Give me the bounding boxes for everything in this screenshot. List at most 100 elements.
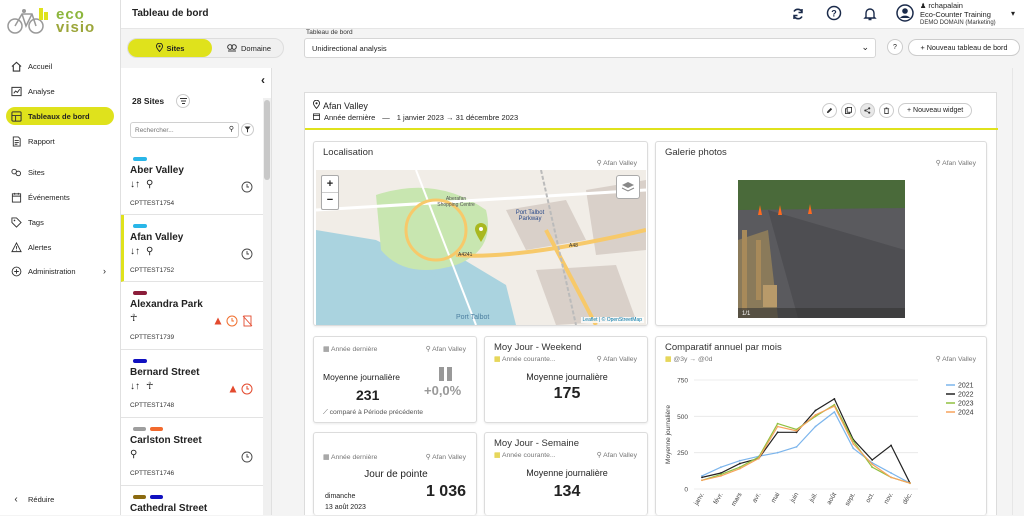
clock-alert-icon[interactable] — [226, 315, 238, 329]
help-label: ? — [893, 43, 897, 51]
new-widget-button[interactable]: + Nouveau widget — [898, 103, 973, 118]
chart-point-2023 — [776, 422, 779, 425]
collapse-nav-button[interactable]: ‹ Réduire — [6, 490, 114, 508]
weekend-value: 175 — [553, 385, 581, 402]
site-card-bernard-street[interactable]: Bernard Street ↓↑ ☥ CPTTEST1748 — [121, 350, 263, 418]
chart-legend-label: 2021 — [958, 383, 974, 390]
site-code: CPTTEST1748 — [130, 402, 175, 409]
clock-icon[interactable] — [241, 248, 253, 262]
chart-point-2024 — [701, 479, 703, 482]
nav-item-label: Rapport — [28, 136, 55, 146]
map-layers-button[interactable] — [616, 175, 640, 199]
chart-point-2022 — [701, 476, 703, 479]
dashboard-select[interactable]: Unidirectional analysis ⌄ — [304, 38, 876, 58]
nav-item-administration[interactable]: Administration › — [6, 262, 114, 280]
compare-site-name: Afan Valley — [942, 356, 976, 363]
site-name: Bernard Street — [130, 367, 200, 378]
site-card-aber-valley[interactable]: Aber Valley ↓↑ ⚲ CPTTEST1754 — [121, 148, 263, 215]
photo-widget-title: Galerie photos — [665, 147, 727, 158]
site-card-carlston-street[interactable]: Carlston Street ⚲ CPTTEST1746 — [121, 418, 263, 486]
ecovisio-logo[interactable]: eco visio — [6, 6, 116, 38]
site-modes: ☥ — [130, 313, 137, 324]
scrollbar-thumb[interactable] — [264, 100, 270, 180]
chart-x-tick-label: déc. — [902, 491, 914, 505]
calendar-icon: ▦ — [323, 346, 331, 353]
site-card-cathedral-street[interactable]: Cathedral Street — [121, 486, 263, 515]
map-canvas[interactable]: Aberafan Shopping Centre Port Talbot Par… — [316, 170, 646, 325]
page-title: Tableau de bord — [132, 8, 209, 19]
site-card-alexandra-park[interactable]: Alexandra Park ☥ CPTTEST1739 — [121, 282, 263, 350]
photo-image — [738, 180, 905, 318]
compare-range-text: @3y → @0d — [673, 356, 713, 363]
comparison-line-chart[interactable]: 0 250 500 750 Moyenne journalière janv. févr. m… — [656, 365, 988, 516]
site-photo[interactable]: 1/1 — [738, 180, 905, 318]
chart-point-2022 — [776, 431, 779, 434]
site-code: CPTTEST1746 — [130, 470, 175, 477]
site-name: Alexandra Park — [130, 299, 203, 310]
dashboard-select-label: Tableau de bord — [306, 29, 353, 36]
photo-site-name: Afan Valley — [942, 160, 976, 167]
chart-x-tick-label: mars — [730, 491, 744, 508]
sort-button[interactable] — [176, 94, 190, 108]
weekend-title: Moy Jour - Weekend — [494, 342, 582, 353]
help-button[interactable]: ? — [826, 5, 842, 21]
chart-y-tick-label: 750 — [677, 378, 688, 385]
nav-item-alertes[interactable]: Alertes — [6, 238, 114, 256]
user-info[interactable]: ♟ rchapalain Eco-Counter Training DEMO D… — [920, 1, 996, 28]
clock-alert-icon[interactable] — [241, 383, 253, 397]
nav-item-label: Sites — [28, 167, 45, 177]
site-card-afan-valley[interactable]: Afan Valley ↓↑ ⚲ CPTTEST1752 — [121, 215, 263, 282]
map-attribution[interactable]: Leaflet | © OpenStreetMap — [580, 317, 644, 323]
zoom-in-button[interactable]: + — [322, 176, 338, 193]
zoom-out-button[interactable]: − — [322, 193, 338, 210]
chart-point-2024 — [909, 482, 911, 485]
compare-title: Comparatif annuel par mois — [665, 342, 782, 353]
dashboard-site-title: Afan Valley — [312, 99, 368, 111]
chart-point-2024 — [890, 476, 892, 479]
nav-item-tableaux-de-bord[interactable]: Tableaux de bord — [6, 107, 114, 125]
tab-domaine[interactable]: Domaine — [214, 39, 284, 57]
weekend-period: ▦ Année courante... — [494, 355, 556, 363]
sites-scrollbar[interactable] — [263, 98, 271, 515]
edit-button[interactable] — [822, 103, 837, 118]
nav-item-evenements[interactable]: Événements — [6, 188, 114, 206]
help-icon: ? — [826, 5, 842, 21]
refresh-button[interactable] — [790, 6, 806, 22]
clock-icon[interactable] — [241, 181, 253, 195]
chevron-left-icon: ‹ — [14, 493, 18, 505]
notifications-button[interactable] — [862, 6, 878, 22]
collapse-sites-icon[interactable]: ‹ — [261, 73, 265, 87]
user-avatar[interactable] — [896, 4, 914, 22]
dashboard-help-button[interactable]: ? — [887, 39, 903, 55]
site-search-input[interactable] — [131, 123, 219, 137]
nav-item-rapport[interactable]: Rapport — [6, 132, 114, 150]
chart-point-2022 — [814, 409, 817, 412]
duplicate-button[interactable] — [841, 103, 856, 118]
delete-button[interactable] — [879, 103, 894, 118]
clock-icon[interactable] — [241, 451, 253, 465]
nav-item-accueil[interactable]: Accueil — [6, 57, 114, 75]
nav-item-analyse[interactable]: Analyse — [6, 82, 114, 100]
tag-icon — [10, 216, 22, 228]
filter-button[interactable] — [241, 123, 254, 136]
peak-date: 13 août 2023 — [325, 504, 366, 511]
week-value: 134 — [553, 483, 581, 500]
site-name: Carlston Street — [130, 435, 202, 446]
nav-item-tags[interactable]: Tags — [6, 213, 114, 231]
no-data-icon[interactable] — [242, 315, 253, 329]
bicycle-icon: ⚲ — [146, 179, 154, 190]
tab-sites[interactable]: Sites — [128, 39, 212, 57]
warning-icon — [214, 317, 222, 327]
layers-icon — [621, 182, 635, 192]
new-dashboard-button[interactable]: + Nouveau tableau de bord — [908, 39, 1020, 56]
report-icon — [10, 135, 22, 147]
nav-item-sites[interactable]: Sites — [6, 163, 114, 181]
page-scrollbar-track[interactable] — [1012, 68, 1013, 515]
user-menu-caret-icon[interactable]: ▾ — [1011, 9, 1015, 18]
dashboard-header-underline — [305, 128, 998, 130]
trash-icon — [883, 107, 890, 114]
dashboard-site-name: Afan Valley — [323, 100, 368, 111]
warning-icon — [229, 385, 237, 395]
site-color-tag — [133, 224, 147, 228]
share-button[interactable] — [860, 103, 875, 118]
